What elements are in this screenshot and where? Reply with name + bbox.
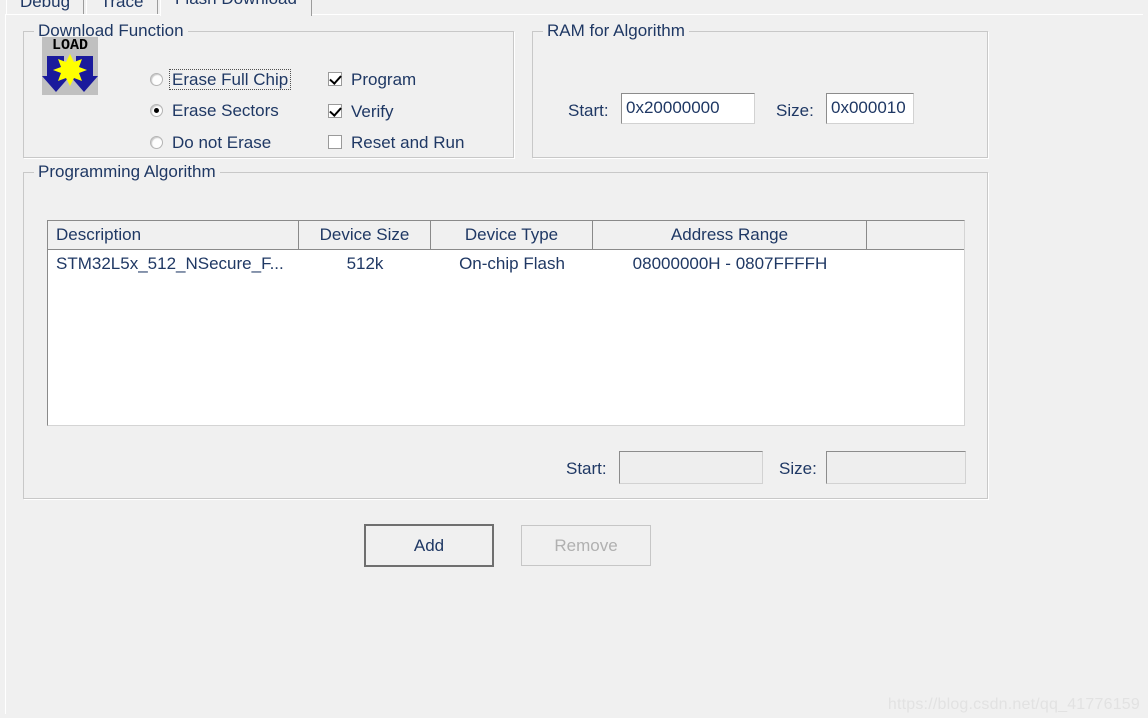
- radio-do-not-erase-mark[interactable]: [150, 135, 163, 149]
- radio-erase-full-chip-label: Erase Full Chip: [168, 68, 292, 90]
- tab-trace-label: Trace: [100, 0, 144, 11]
- ram-for-algorithm-title: RAM for Algorithm: [543, 21, 689, 41]
- range-start-label: Start:: [566, 459, 607, 478]
- ram-size-input[interactable]: 0x000010: [826, 93, 914, 124]
- range-size-label: Size:: [779, 459, 817, 478]
- checkbox-reset-and-run[interactable]: Reset and Run: [328, 131, 464, 153]
- column-header-address-range[interactable]: Address Range: [593, 221, 867, 249]
- checkbox-verify-label: Verify: [351, 101, 394, 121]
- ram-start-label: Start:: [568, 101, 609, 120]
- add-button[interactable]: Add: [364, 524, 494, 567]
- programming-algorithm-title: Programming Algorithm: [34, 162, 220, 182]
- tab-flash-download-label: Flash Download: [175, 0, 297, 8]
- column-header-extra[interactable]: [867, 221, 964, 249]
- cell-device-size: 512k: [346, 254, 384, 273]
- cell-address-range: 08000000H - 0807FFFFH: [632, 254, 828, 273]
- checkbox-program[interactable]: Program: [328, 68, 416, 90]
- radio-do-not-erase-label: Do not Erase: [172, 132, 272, 152]
- radio-erase-full-chip[interactable]: Erase Full Chip: [150, 68, 292, 90]
- radio-erase-full-chip-mark[interactable]: [150, 72, 163, 86]
- checkbox-reset-and-run-mark[interactable]: [328, 135, 342, 149]
- cell-device-type: On-chip Flash: [459, 254, 565, 273]
- ram-for-algorithm-group: RAM for Algorithm: [532, 21, 988, 158]
- checkbox-verify[interactable]: Verify: [328, 100, 394, 122]
- tab-flash-download[interactable]: Flash Download: [160, 0, 312, 16]
- tab-debug-label: Debug: [19, 0, 71, 11]
- checkbox-program-mark[interactable]: [328, 72, 342, 86]
- range-start-input[interactable]: [619, 451, 763, 484]
- load-icon-text: LOAD: [51, 37, 88, 54]
- cell-extra: [867, 250, 964, 278]
- watermark: https://blog.csdn.net/qq_41776159: [887, 696, 1140, 713]
- checkbox-verify-mark[interactable]: [328, 104, 342, 118]
- tab-debug[interactable]: Debug: [6, 0, 84, 15]
- column-header-device-size[interactable]: Device Size: [299, 221, 431, 249]
- radio-do-not-erase[interactable]: Do not Erase: [150, 131, 271, 153]
- column-header-description[interactable]: Description: [48, 221, 299, 249]
- radio-erase-sectors[interactable]: Erase Sectors: [150, 99, 279, 121]
- column-header-device-type[interactable]: Device Type: [431, 221, 593, 249]
- remove-button: Remove: [521, 525, 651, 566]
- tab-trace[interactable]: Trace: [86, 0, 158, 15]
- range-size-input[interactable]: [826, 451, 966, 484]
- ram-start-input[interactable]: 0x20000000: [621, 93, 755, 124]
- load-icon: LOAD: [42, 37, 98, 95]
- load-arrows-icon: [42, 54, 98, 92]
- programming-algorithm-list[interactable]: Description Device Size Device Type Addr…: [47, 220, 965, 426]
- list-header-row: Description Device Size Device Type Addr…: [48, 221, 964, 250]
- cell-description: STM32L5x_512_NSecure_F...: [56, 254, 284, 273]
- checkbox-reset-and-run-label: Reset and Run: [351, 132, 465, 152]
- ram-size-label: Size:: [776, 101, 814, 120]
- radio-erase-sectors-mark[interactable]: [150, 103, 163, 117]
- table-row[interactable]: STM32L5x_512_NSecure_F... 512k On-chip F…: [48, 250, 964, 278]
- radio-erase-sectors-label: Erase Sectors: [172, 100, 279, 120]
- checkbox-program-label: Program: [351, 69, 417, 89]
